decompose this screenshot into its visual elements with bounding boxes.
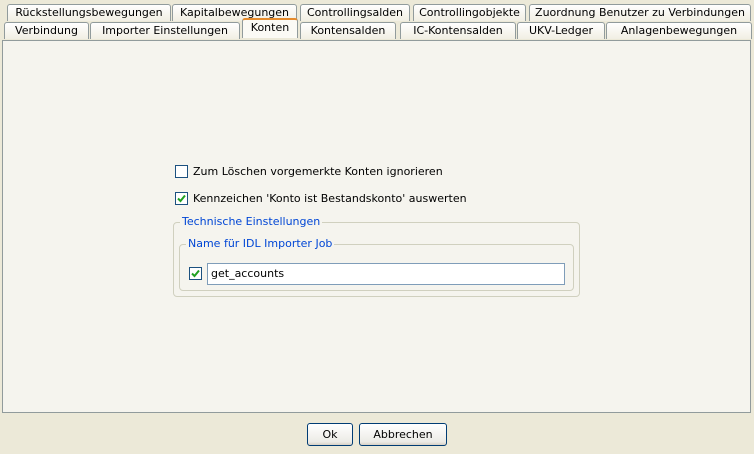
tab-controllingsalden[interactable]: Controllingsalden [300, 4, 410, 21]
technical-settings-title: Technische Einstellungen [180, 215, 323, 229]
tab-rueckstellungsbewegungen[interactable]: Rückstellungsbewegungen [7, 4, 171, 21]
ignore-marked-checkbox[interactable] [175, 165, 188, 178]
technical-settings-group: Technische Einstellungen Name für IDL Im… [173, 215, 580, 297]
checkmark-icon [191, 269, 200, 278]
tab-ukv-ledger[interactable]: UKV-Ledger [517, 22, 605, 39]
option-evaluate-flag[interactable]: Kennzeichen 'Konto ist Bestandskonto' au… [175, 192, 467, 205]
job-name-input[interactable]: get_accounts [207, 263, 565, 285]
job-name-group: Name für IDL Importer Job get_accounts [179, 237, 574, 291]
tab-ic-kontensalden[interactable]: IC-Kontensalden [400, 22, 516, 39]
tab-importer-einstellungen[interactable]: Importer Einstellungen [90, 22, 240, 39]
cancel-button[interactable]: Abbrechen [359, 423, 447, 446]
option-ignore-marked[interactable]: Zum Löschen vorgemerkte Konten ignoriere… [175, 165, 443, 178]
tab-zuordnung-benutzer[interactable]: Zuordnung Benutzer zu Verbindungen [529, 4, 751, 21]
evaluate-flag-label: Kennzeichen 'Konto ist Bestandskonto' au… [193, 192, 467, 205]
tab-konten[interactable]: Konten [242, 18, 298, 38]
ok-button[interactable]: Ok [307, 423, 353, 446]
tab-panel-konten: Zum Löschen vorgemerkte Konten ignoriere… [2, 40, 751, 413]
job-name-title: Name für IDL Importer Job [186, 237, 335, 251]
job-enabled-checkbox[interactable] [189, 267, 202, 280]
ignore-marked-label: Zum Löschen vorgemerkte Konten ignoriere… [193, 165, 443, 178]
tab-verbindung[interactable]: Verbindung [4, 22, 89, 39]
button-bar: Ok Abbrechen [0, 414, 754, 454]
tab-anlagenbewegungen[interactable]: Anlagenbewegungen [606, 22, 752, 39]
tab-kontensalden[interactable]: Kontensalden [300, 22, 396, 39]
tab-controllingobjekte[interactable]: Controllingobjekte [413, 4, 526, 21]
checkmark-icon [177, 194, 186, 203]
evaluate-flag-checkbox[interactable] [175, 192, 188, 205]
